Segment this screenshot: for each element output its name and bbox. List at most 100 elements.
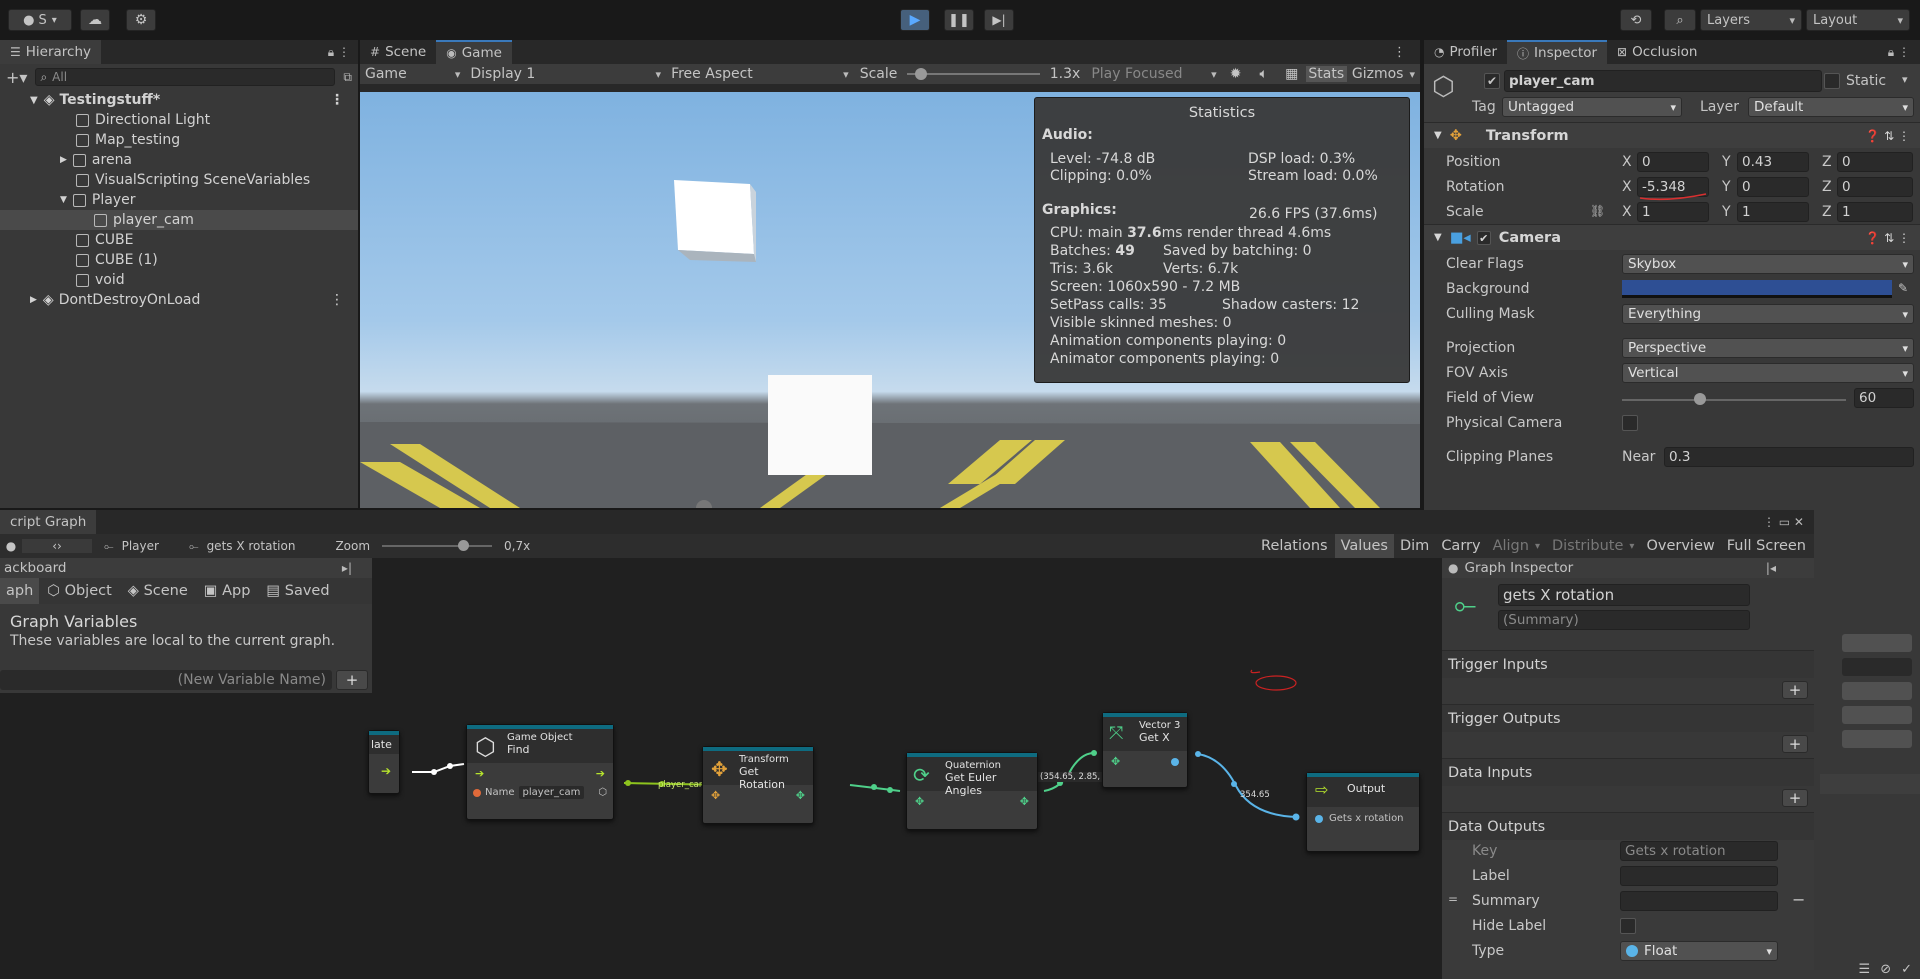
component-menu-icon[interactable]: ❓ ⇅ ⋮ [1865, 129, 1910, 143]
play-focused-dropdown[interactable]: Play Focused [1086, 66, 1221, 82]
overview-button[interactable]: Overview [1640, 538, 1720, 554]
tab-occlusion[interactable]: ⊠ Occlusion [1607, 40, 1707, 64]
hierarchy-search-input[interactable]: ⌕ All [35, 68, 336, 86]
account-button[interactable]: ● S ▾ [8, 9, 72, 31]
breadcrumb-graph[interactable]: gets X rotation [207, 539, 296, 553]
more-icon[interactable]: ⋮ [1393, 45, 1406, 60]
stats-button[interactable]: Stats [1305, 66, 1347, 82]
quaternion-input-port[interactable]: ✥ [915, 795, 924, 808]
tab-profiler[interactable]: ◔ Profiler [1424, 40, 1507, 64]
data-inputs-header[interactable]: Data Inputs [1442, 758, 1814, 786]
data-outputs-header[interactable]: Data Outputs [1442, 812, 1814, 840]
tab-hierarchy[interactable]: ☰ Hierarchy [0, 40, 102, 64]
control-input-arrow[interactable]: ➔ [475, 767, 484, 780]
scale-y-field[interactable]: 1 [1737, 202, 1809, 222]
carry-button[interactable]: Carry [1435, 538, 1486, 554]
obscured-dropdown[interactable] [1842, 634, 1912, 652]
trigger-outputs-header[interactable]: Trigger Outputs [1442, 704, 1814, 732]
cloud-button[interactable]: ☁ [80, 9, 110, 31]
get-rotation-node[interactable]: ✥ Transform Get Rotation ✥ ✥ [702, 746, 814, 824]
float-input-port[interactable] [1315, 814, 1323, 823]
get-x-node[interactable]: ⤧ Vector 3 Get X ✥ [1102, 712, 1188, 788]
culling-dropdown[interactable]: Everything [1622, 304, 1914, 324]
remove-output-button[interactable]: − [1792, 890, 1805, 909]
float-output-port[interactable] [1171, 758, 1179, 766]
zoom-slider[interactable] [382, 540, 493, 551]
history-button[interactable]: ⟲ [1620, 9, 1652, 31]
scene-root[interactable]: ▼ ◈ Testingstuff* ⋮ [0, 90, 358, 110]
distribute-button[interactable]: Distribute [1546, 538, 1629, 554]
check-icon[interactable]: ✓ [1901, 962, 1912, 977]
fov-field[interactable]: 60 [1854, 388, 1914, 408]
physical-camera-checkbox[interactable] [1622, 415, 1638, 431]
component-menu-icon[interactable]: ❓ ⇅ ⋮ [1865, 231, 1910, 245]
new-variable-input[interactable]: (New Variable Name) [0, 670, 332, 690]
collapse-icon[interactable]: ▸| [342, 561, 352, 575]
relations-button[interactable]: Relations [1254, 538, 1335, 554]
list-item[interactable]: VisualScripting SceneVariables [0, 170, 358, 190]
obscured-dropdown[interactable] [1842, 730, 1912, 748]
position-x-field[interactable]: 0 [1637, 152, 1709, 172]
list-item-selected[interactable]: player_cam [0, 210, 358, 230]
add-trigger-output-button[interactable]: + [1782, 735, 1808, 753]
fov-axis-dropdown[interactable]: Vertical [1622, 363, 1914, 383]
scale-x-field[interactable]: 1 [1637, 202, 1709, 222]
tab-game[interactable]: ◉ Game [436, 40, 512, 64]
position-y-field[interactable]: 0.43 [1737, 152, 1809, 172]
find-node[interactable]: ⬡ Game Object Find ➔ ➔ Name player_cam ⬡ [466, 724, 614, 820]
list-item[interactable]: ▶ arena [0, 150, 358, 170]
pause-button[interactable]: ❚❚ [944, 9, 974, 31]
list-item[interactable]: ▼ Player [0, 190, 358, 210]
add-data-input-button[interactable]: + [1782, 789, 1808, 807]
clear-flags-dropdown[interactable]: Skybox [1622, 254, 1914, 274]
add-icon[interactable]: +▾ [6, 68, 27, 87]
summary-field[interactable] [1620, 891, 1778, 911]
collapse-icon[interactable]: |◂ [1766, 561, 1776, 575]
step-button[interactable]: ▶| [984, 9, 1014, 31]
chevron-down-icon[interactable]: ▾ [1902, 73, 1908, 86]
foldout-icon[interactable]: ▶ [30, 295, 37, 305]
string-port[interactable] [473, 788, 481, 797]
breadcrumb-player[interactable]: Player [122, 539, 159, 553]
tab-saved-vars[interactable]: ▤ Saved [258, 583, 337, 599]
control-output-arrow[interactable]: ➔ [369, 754, 399, 778]
search-button[interactable]: ⌕ [1664, 9, 1696, 31]
add-variable-button[interactable]: + [336, 670, 368, 690]
near-field[interactable]: 0.3 [1664, 447, 1914, 467]
foldout-icon[interactable]: ▼ [1434, 232, 1442, 243]
tab-app-vars[interactable]: ▣ App [196, 583, 259, 599]
more-icon[interactable]: ⋮ [330, 292, 344, 308]
trigger-inputs-header[interactable]: Trigger Inputs [1442, 650, 1814, 678]
fov-slider-track[interactable] [1622, 399, 1846, 401]
label-field[interactable] [1620, 866, 1778, 886]
layers-stack-icon[interactable]: ☰ [1859, 962, 1871, 977]
dim-button[interactable]: Dim [1394, 538, 1435, 554]
add-trigger-input-button[interactable]: + [1782, 681, 1808, 699]
type-dropdown[interactable]: Float [1620, 941, 1778, 961]
eyedropper-icon[interactable]: ✎ [1898, 281, 1908, 295]
list-item[interactable]: CUBE [0, 230, 358, 250]
list-item[interactable]: Directional Light [0, 110, 358, 130]
foldout-icon[interactable]: ▼ [1434, 130, 1442, 141]
object-name-input[interactable]: player_cam [1504, 70, 1822, 92]
rotation-z-field[interactable]: 0 [1837, 177, 1913, 197]
values-button[interactable]: Values [1334, 534, 1394, 558]
tab-object-vars[interactable]: ⬡ Object [39, 583, 120, 599]
collab-button[interactable]: ⚙ [126, 9, 156, 31]
bug-icon[interactable]: ✹ [1222, 66, 1250, 82]
filter-icon[interactable]: ⧉ [343, 70, 352, 85]
tab-scene-vars[interactable]: ◈ Scene [120, 583, 196, 599]
obscured-component-header[interactable] [1820, 774, 1920, 794]
play-button[interactable]: ▶ [900, 9, 930, 31]
graph-title-input[interactable]: gets X rotation [1498, 584, 1750, 606]
partial-node[interactable]: late ➔ [368, 730, 400, 794]
projection-dropdown[interactable]: Perspective [1622, 338, 1914, 358]
graph-canvas[interactable]: player_cam (354.65, 2.85, 0.00) 354.65 l… [368, 558, 1442, 979]
fov-slider-thumb[interactable] [1694, 393, 1706, 405]
tab-script-graph[interactable]: cript Graph [0, 510, 97, 534]
list-item[interactable]: void [0, 270, 358, 290]
camera-header[interactable]: ▼ ■◂ ✔ Camera ❓ ⇅ ⋮ [1424, 224, 1920, 250]
output-node[interactable]: ⇨ Output Gets x rotation [1306, 772, 1420, 852]
layers-dropdown[interactable]: Layers [1700, 9, 1802, 31]
obscured-dropdown[interactable] [1842, 706, 1912, 724]
